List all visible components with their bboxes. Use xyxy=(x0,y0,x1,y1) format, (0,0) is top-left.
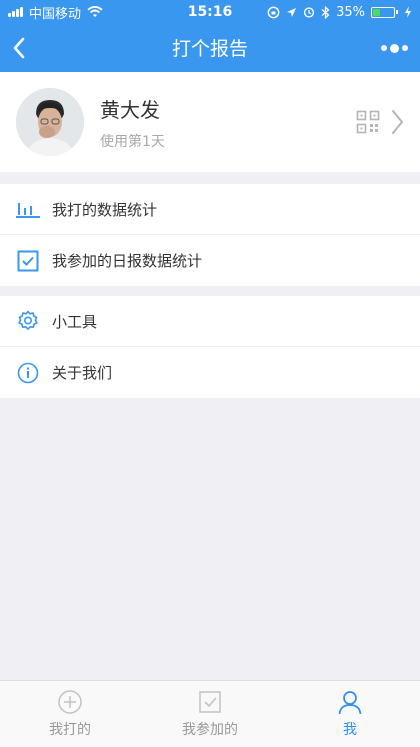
signal-icon xyxy=(8,7,23,17)
menu-item-tools[interactable]: 小工具 xyxy=(0,296,420,347)
menu-item-label: 我参加的日报数据统计 xyxy=(52,252,203,270)
menu-item-label: 关于我们 xyxy=(52,364,113,382)
battery-percent: 35% xyxy=(336,4,365,20)
stats-menu-group: 我打的数据统计 我参加的日报数据统计 xyxy=(0,184,420,286)
tab-label: 我参加的 xyxy=(182,722,238,738)
plus-circle-icon xyxy=(58,690,82,714)
charging-icon xyxy=(405,6,411,18)
more-button[interactable] xyxy=(381,28,408,68)
battery-icon xyxy=(371,6,398,18)
back-button[interactable] xyxy=(12,28,26,68)
checkbox-icon xyxy=(17,250,39,271)
avatar xyxy=(16,88,84,156)
carrier-label: 中国移动 xyxy=(29,6,82,22)
profile-card[interactable]: 黄大发 使用第1天 xyxy=(0,72,420,172)
location-icon xyxy=(287,7,297,17)
chevron-left-icon xyxy=(13,37,25,59)
menu-item-my-stats[interactable]: 我打的数据统计 xyxy=(0,184,420,235)
nav-bar xyxy=(0,24,420,72)
check-square-icon xyxy=(199,691,221,713)
rotation-lock-icon xyxy=(267,6,280,18)
status-right: 35% xyxy=(267,5,412,20)
alarm-icon xyxy=(303,7,315,18)
profile-subtitle: 使用第1天 xyxy=(100,133,165,150)
bluetooth-icon xyxy=(321,5,330,19)
tab-me[interactable]: 我 xyxy=(280,681,420,747)
tab-label: 我 xyxy=(343,722,357,738)
menu-item-about[interactable]: 关于我们 xyxy=(0,347,420,398)
top-bar: 中国移动 35% 15:16 打个报告 xyxy=(0,0,420,72)
status-bar: 中国移动 35% xyxy=(0,0,420,24)
menu-item-joined-stats[interactable]: 我参加的日报数据统计 xyxy=(0,235,420,286)
status-left: 中国移动 xyxy=(8,3,103,22)
tab-my-reports[interactable]: 我打的 xyxy=(0,681,140,747)
wifi-icon xyxy=(87,6,103,17)
menu-item-label: 我打的数据统计 xyxy=(52,200,158,219)
menu-item-label: 小工具 xyxy=(52,312,98,331)
profile-name: 黄大发 xyxy=(100,97,160,122)
gear-icon xyxy=(18,310,38,330)
tab-joined[interactable]: 我参加的 xyxy=(140,681,280,747)
profile-text: 黄大发 使用第1天 xyxy=(100,94,356,151)
profile-actions xyxy=(356,109,404,135)
user-icon xyxy=(338,691,362,715)
tools-menu-group: 小工具 关于我们 xyxy=(0,296,420,398)
bar-chart-icon xyxy=(16,203,40,218)
info-icon xyxy=(17,362,39,383)
chevron-right-icon xyxy=(392,110,403,134)
tab-bar: 我打的 我参加的 我 xyxy=(0,680,420,747)
more-dots-icon xyxy=(381,45,387,51)
tab-label: 我打的 xyxy=(49,722,91,738)
qr-code-icon[interactable] xyxy=(356,110,380,134)
